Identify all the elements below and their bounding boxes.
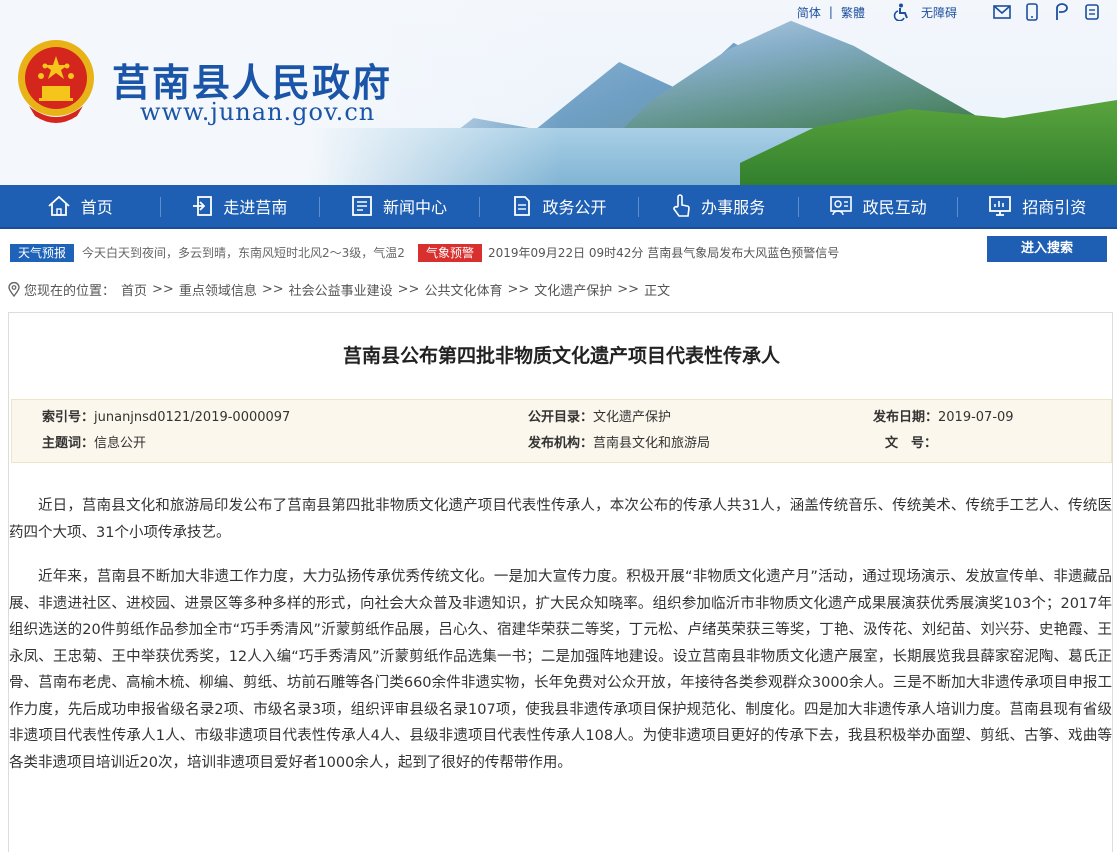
nav-item-label: 走进莒南 <box>223 198 288 217</box>
document-icon <box>513 196 530 216</box>
meta-index-label: 索引号： <box>42 410 95 425</box>
site-header: 莒南县人民政府 www.junan.gov.cn 简体 | 繁體 无障碍 <box>0 0 1117 185</box>
nav-item-news[interactable]: 新闻中心 <box>319 185 479 227</box>
meta-org-label: 发布机构： <box>528 436 594 451</box>
main-nav: 首页 走进莒南 新闻中心 政务公开 办事服务 政民互动 招商引资 <box>0 185 1117 229</box>
nav-item-label: 办事服务 <box>701 198 766 217</box>
weibo-icon[interactable] <box>1051 1 1073 23</box>
lang-traditional-link[interactable]: 繁體 <box>841 4 865 21</box>
breadcrumb-public-welfare[interactable]: 社会公益事业建设 <box>289 280 393 299</box>
hand-pointer-icon <box>673 194 690 217</box>
location-pin-icon <box>8 282 20 297</box>
weather-warning-ticker[interactable]: 2019年09月22日 09时42分 莒南县气象局发布大风蓝色预警信号 <box>488 244 839 262</box>
article-body: 近日，莒南县文化和旅游局印发公布了莒南县第四批非物质文化遗产项目代表性传承人，本… <box>9 493 1112 794</box>
meta-subject: 主题词：信息公开 <box>42 432 146 451</box>
mobile-icon[interactable] <box>1021 1 1043 23</box>
weather-label: 天气预报 <box>10 244 74 262</box>
meta-catalog: 公开目录：文化遗产保护 <box>528 406 671 425</box>
search-button[interactable]: 进入搜索 <box>987 236 1107 262</box>
breadcrumb-heritage[interactable]: 文化遗产保护 <box>534 280 612 299</box>
weather-warning-label: 气象预警 <box>418 244 482 262</box>
wechat-icon[interactable] <box>1081 1 1103 23</box>
nav-item-gov-affairs[interactable]: 政务公开 <box>478 185 639 227</box>
monitor-icon <box>989 196 1012 216</box>
meta-subject-value: 信息公开 <box>94 436 147 451</box>
breadcrumb-culture-sports[interactable]: 公共文化体育 <box>424 280 502 299</box>
nav-item-investment[interactable]: 招商引资 <box>957 185 1117 227</box>
meta-catalog-value: 文化遗产保护 <box>593 410 672 425</box>
enter-icon <box>193 196 213 216</box>
meta-date-label: 发布日期： <box>873 410 939 425</box>
home-icon <box>48 195 70 216</box>
nav-item-interaction[interactable]: 政民互动 <box>797 185 958 227</box>
meta-docno: 文 号： <box>885 432 937 451</box>
meta-catalog-label: 公开目录： <box>528 410 594 425</box>
breadcrumb-home[interactable]: 首页 <box>121 280 147 299</box>
info-bar: 天气预报 今天白天到夜间，多云到晴，东南风短时北风2～3级，气温2 气象预警 2… <box>0 238 1117 266</box>
nav-item-label: 招商引资 <box>1022 198 1087 217</box>
lang-separator: | <box>828 5 833 19</box>
wheelchair-icon[interactable] <box>891 1 913 23</box>
nav-item-home[interactable]: 首页 <box>0 185 160 227</box>
weather-ticker[interactable]: 今天白天到夜间，多云到晴，东南风短时北风2～3级，气温2 <box>82 244 410 262</box>
article-meta: 索引号：junanjnsd0121/2019-0000097 公开目录：文化遗产… <box>11 399 1112 463</box>
nav-item-about[interactable]: 走进莒南 <box>159 185 320 227</box>
breadcrumb: 您现在的位置： 首页 >> 重点领域信息 >> 社会公益事业建设 >> 公共文化… <box>8 280 670 299</box>
meta-date-value: 2019-07-09 <box>938 410 1014 425</box>
meta-index: 索引号：junanjnsd0121/2019-0000097 <box>42 406 290 425</box>
article-panel: 莒南县公布第四批非物质文化遗产项目代表性传承人 索引号：junanjnsd012… <box>8 312 1113 852</box>
meta-org-value: 莒南县文化和旅游局 <box>593 436 711 451</box>
breadcrumb-separator: >> <box>261 282 284 297</box>
article-paragraph: 近年来，莒南县不断加大非遗工作力度，大力弘扬传承优秀传统文化。一是加大宣传力度。… <box>9 569 1112 771</box>
interaction-icon <box>829 196 852 216</box>
site-url[interactable]: www.junan.gov.cn <box>140 98 375 126</box>
article-paragraph: 近日，莒南县文化和旅游局印发公布了莒南县第四批非物质文化遗产项目代表性传承人，本… <box>9 498 1112 541</box>
article-title: 莒南县公布第四批非物质文化遗产项目代表性传承人 <box>342 345 780 367</box>
breadcrumb-separator: >> <box>617 282 640 297</box>
news-icon <box>352 196 372 216</box>
accessibility-link[interactable]: 无障碍 <box>921 4 957 21</box>
breadcrumb-prefix: 您现在的位置： <box>24 284 116 299</box>
breadcrumb-key-info[interactable]: 重点领域信息 <box>179 280 257 299</box>
nav-item-label: 政民互动 <box>862 198 927 217</box>
national-emblem-icon <box>18 40 94 123</box>
meta-docno-label: 文 号： <box>885 436 938 451</box>
mail-icon[interactable] <box>991 1 1013 23</box>
meta-org: 发布机构：莒南县文化和旅游局 <box>528 432 710 451</box>
breadcrumb-separator: >> <box>507 282 530 297</box>
breadcrumb-separator: >> <box>152 282 174 297</box>
nav-item-services[interactable]: 办事服务 <box>638 185 798 227</box>
nav-item-label: 政务公开 <box>542 198 607 217</box>
meta-index-value: junanjnsd0121/2019-0000097 <box>94 410 291 425</box>
top-links: 简体 | 繁體 无障碍 <box>793 0 1117 24</box>
meta-date: 发布日期：2019-07-09 <box>873 406 1014 425</box>
meta-subject-label: 主题词： <box>42 436 95 451</box>
breadcrumb-current: 正文 <box>644 284 671 299</box>
nav-item-label: 首页 <box>80 198 113 217</box>
lang-simplified-link[interactable]: 简体 <box>797 4 821 21</box>
nav-item-label: 新闻中心 <box>382 198 447 217</box>
breadcrumb-separator: >> <box>397 282 420 297</box>
